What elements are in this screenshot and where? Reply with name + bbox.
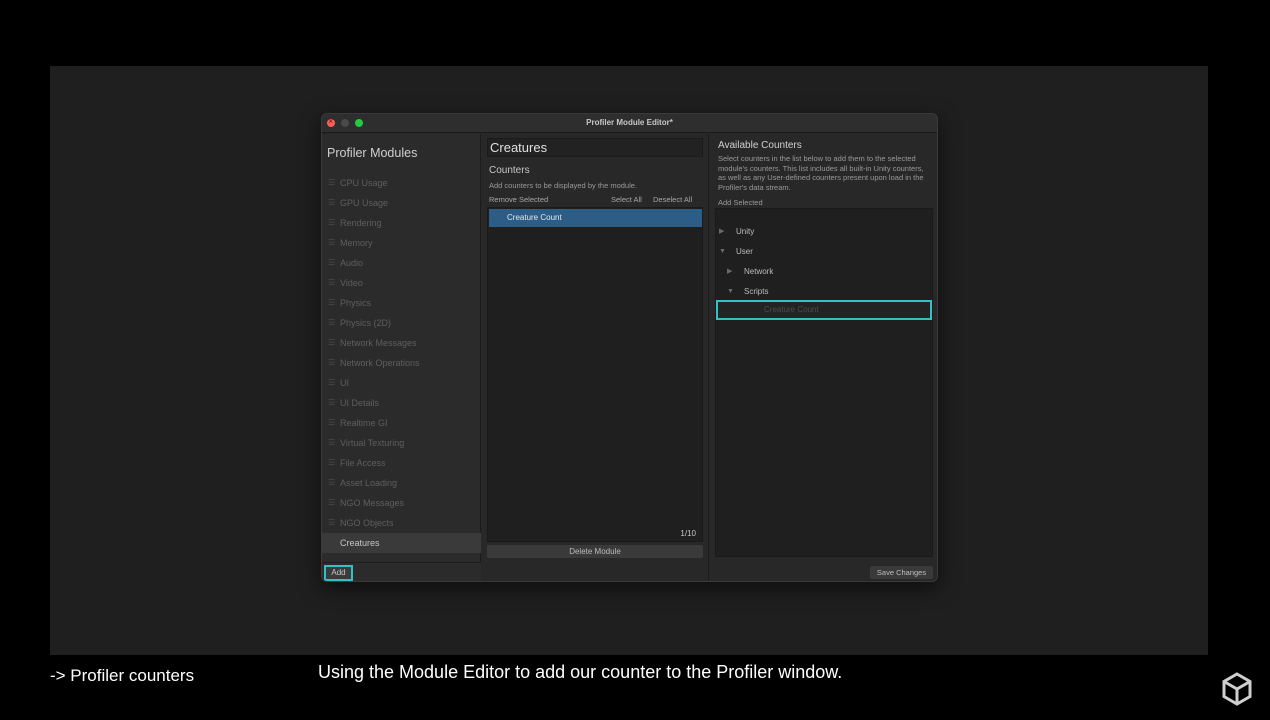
module-item[interactable]: ☰ UI Details bbox=[322, 393, 481, 413]
profiler-module-editor-window: Profiler Module Editor* Profiler Modules… bbox=[321, 113, 938, 582]
remove-selected-button[interactable]: Remove Selected bbox=[489, 195, 548, 204]
modules-footer: Add bbox=[322, 562, 481, 581]
window-titlebar: Profiler Module Editor* bbox=[322, 114, 937, 133]
module-item[interactable]: ☰ NGO Objects bbox=[322, 513, 481, 533]
module-item-label: Video bbox=[340, 278, 363, 288]
drag-handle-icon[interactable]: ☰ bbox=[328, 353, 335, 373]
delete-module-button[interactable]: Delete Module bbox=[487, 545, 703, 558]
module-item-label: File Access bbox=[340, 458, 386, 468]
module-item-label: Network Messages bbox=[340, 338, 417, 348]
tree-item-label: Creature Count bbox=[764, 305, 819, 314]
expand-arrow-icon[interactable]: ▶ bbox=[727, 262, 732, 282]
module-item-label: Memory bbox=[340, 238, 373, 248]
drag-handle-icon[interactable]: ☰ bbox=[328, 233, 335, 253]
tree-item-label: Scripts bbox=[744, 287, 769, 296]
module-item[interactable]: ☰ Physics (2D) bbox=[322, 313, 481, 333]
module-list: ☰ CPU Usage ☰ GPU Usage ☰ Rendering ☰ Memory ☰ Au… bbox=[322, 173, 481, 553]
counters-description: Add counters to be displayed by the modu… bbox=[489, 181, 638, 190]
module-item-label: Rendering bbox=[340, 218, 382, 228]
module-item[interactable]: ☰ Audio bbox=[322, 253, 481, 273]
window-title: Profiler Module Editor* bbox=[586, 118, 673, 127]
module-item-label: UI Details bbox=[340, 398, 380, 408]
module-item[interactable]: ☰ Video bbox=[322, 273, 481, 293]
collapse-arrow-icon[interactable]: ▼ bbox=[727, 282, 734, 302]
available-counters-panel: Available Counters Select counters in th… bbox=[708, 134, 937, 581]
module-item-label: Audio bbox=[340, 258, 364, 268]
module-item[interactable]: ☰ Network Operations bbox=[322, 353, 481, 373]
add-selected-button[interactable]: Add Selected bbox=[718, 198, 763, 207]
drag-handle-icon[interactable]: ☰ bbox=[328, 393, 335, 413]
add-module-button[interactable]: Add bbox=[324, 565, 353, 581]
drag-handle-icon[interactable]: ☰ bbox=[328, 453, 335, 473]
module-item-label: Asset Loading bbox=[340, 478, 398, 488]
drag-handle-icon[interactable]: ☰ bbox=[328, 193, 335, 213]
module-detail-panel: Creatures Counters Add counters to be di… bbox=[482, 134, 708, 581]
drag-handle-icon[interactable]: ☰ bbox=[328, 253, 335, 273]
drag-handle-icon[interactable]: ☰ bbox=[328, 513, 335, 533]
available-counters-description: Select counters in the list below to add… bbox=[718, 154, 924, 192]
tree-item[interactable]: ▼ Scripts bbox=[716, 282, 932, 302]
unity-logo-icon bbox=[1222, 672, 1252, 706]
counter-count-badge: 1/10 bbox=[680, 529, 696, 538]
tree-item-label: User bbox=[736, 247, 753, 256]
module-item-label: UI bbox=[340, 378, 349, 388]
drag-handle-icon[interactable]: ☰ bbox=[328, 313, 335, 333]
module-item[interactable]: ☰ NGO Messages bbox=[322, 493, 481, 513]
counter-row[interactable]: Creature Count bbox=[489, 209, 702, 227]
drag-handle-icon[interactable]: ☰ bbox=[328, 373, 335, 393]
module-item[interactable]: ☰ Rendering bbox=[322, 213, 481, 233]
module-item-label: NGO Messages bbox=[340, 498, 405, 508]
drag-handle-icon[interactable]: ☰ bbox=[328, 473, 335, 493]
drag-handle-icon[interactable]: ☰ bbox=[328, 173, 335, 193]
drag-handle-icon[interactable]: ☰ bbox=[328, 433, 335, 453]
module-item[interactable]: ☰ Network Messages bbox=[322, 333, 481, 353]
module-item-label: Physics (2D) bbox=[340, 318, 392, 328]
module-item[interactable]: ☰ Physics bbox=[322, 293, 481, 313]
module-item[interactable]: ☰ File Access bbox=[322, 453, 481, 473]
module-item-label: CPU Usage bbox=[340, 178, 388, 188]
module-item-label: Creatures bbox=[340, 538, 380, 548]
module-item[interactable]: ☰ Asset Loading bbox=[322, 473, 481, 493]
save-changes-button[interactable]: Save Changes bbox=[870, 566, 933, 579]
subtitle-caption: Using the Module Editor to add our count… bbox=[318, 662, 843, 682]
drag-handle-icon[interactable]: ☰ bbox=[328, 293, 335, 313]
module-counters-list: 1/10 Creature Count bbox=[487, 207, 703, 542]
available-counters-tree: ▶ Unity ▼ User ▶ Network ▼ Scripts Creature Coun… bbox=[715, 208, 933, 557]
tree-item-label: Network bbox=[744, 267, 774, 276]
module-item[interactable]: ☰ Virtual Texturing bbox=[322, 433, 481, 453]
profiler-modules-heading: Profiler Modules bbox=[327, 146, 418, 160]
available-counters-heading: Available Counters bbox=[718, 140, 802, 151]
tree-item[interactable]: ▼ User bbox=[716, 242, 932, 262]
module-item-label: NGO Objects bbox=[340, 518, 394, 528]
drag-handle-icon[interactable]: ☰ bbox=[328, 213, 335, 233]
section-caption: -> Profiler counters bbox=[50, 666, 195, 685]
drag-handle-icon[interactable]: ☰ bbox=[328, 273, 335, 293]
tree-item-label: Unity bbox=[736, 227, 755, 236]
select-all-button[interactable]: Select All bbox=[611, 195, 642, 204]
module-item-label: Physics bbox=[340, 298, 372, 308]
expand-arrow-icon[interactable]: ▶ bbox=[719, 222, 724, 242]
tree-item-highlighted[interactable]: Creature Count bbox=[716, 300, 932, 320]
module-item-label: Virtual Texturing bbox=[340, 438, 405, 448]
counters-heading: Counters bbox=[489, 165, 530, 176]
drag-handle-icon[interactable]: ☰ bbox=[328, 333, 335, 353]
module-name-field[interactable]: Creatures bbox=[487, 138, 703, 157]
collapse-arrow-icon[interactable]: ▼ bbox=[719, 242, 726, 262]
module-item-label: Network Operations bbox=[340, 358, 420, 368]
module-item[interactable]: ☰ Realtime GI bbox=[322, 413, 481, 433]
module-item[interactable]: ☰Creatures bbox=[322, 533, 481, 553]
module-item-label: GPU Usage bbox=[340, 198, 389, 208]
module-item-label: Realtime GI bbox=[340, 418, 388, 428]
deselect-all-button[interactable]: Deselect All bbox=[653, 195, 692, 204]
module-item[interactable]: ☰ Memory bbox=[322, 233, 481, 253]
drag-handle-icon[interactable]: ☰ bbox=[328, 413, 335, 433]
tree-item[interactable]: ▶ Network bbox=[716, 262, 932, 282]
counters-toolbar: Remove Selected Select All Deselect All bbox=[487, 194, 703, 207]
drag-handle-icon[interactable]: ☰ bbox=[328, 493, 335, 513]
profiler-modules-panel: Profiler Modules ☰ CPU Usage ☰ GPU Usage ☰ Re… bbox=[322, 134, 481, 581]
module-item[interactable]: ☰ UI bbox=[322, 373, 481, 393]
module-item[interactable]: ☰ CPU Usage bbox=[322, 173, 481, 193]
tree-item[interactable]: ▶ Unity bbox=[716, 222, 932, 242]
module-item[interactable]: ☰ GPU Usage bbox=[322, 193, 481, 213]
